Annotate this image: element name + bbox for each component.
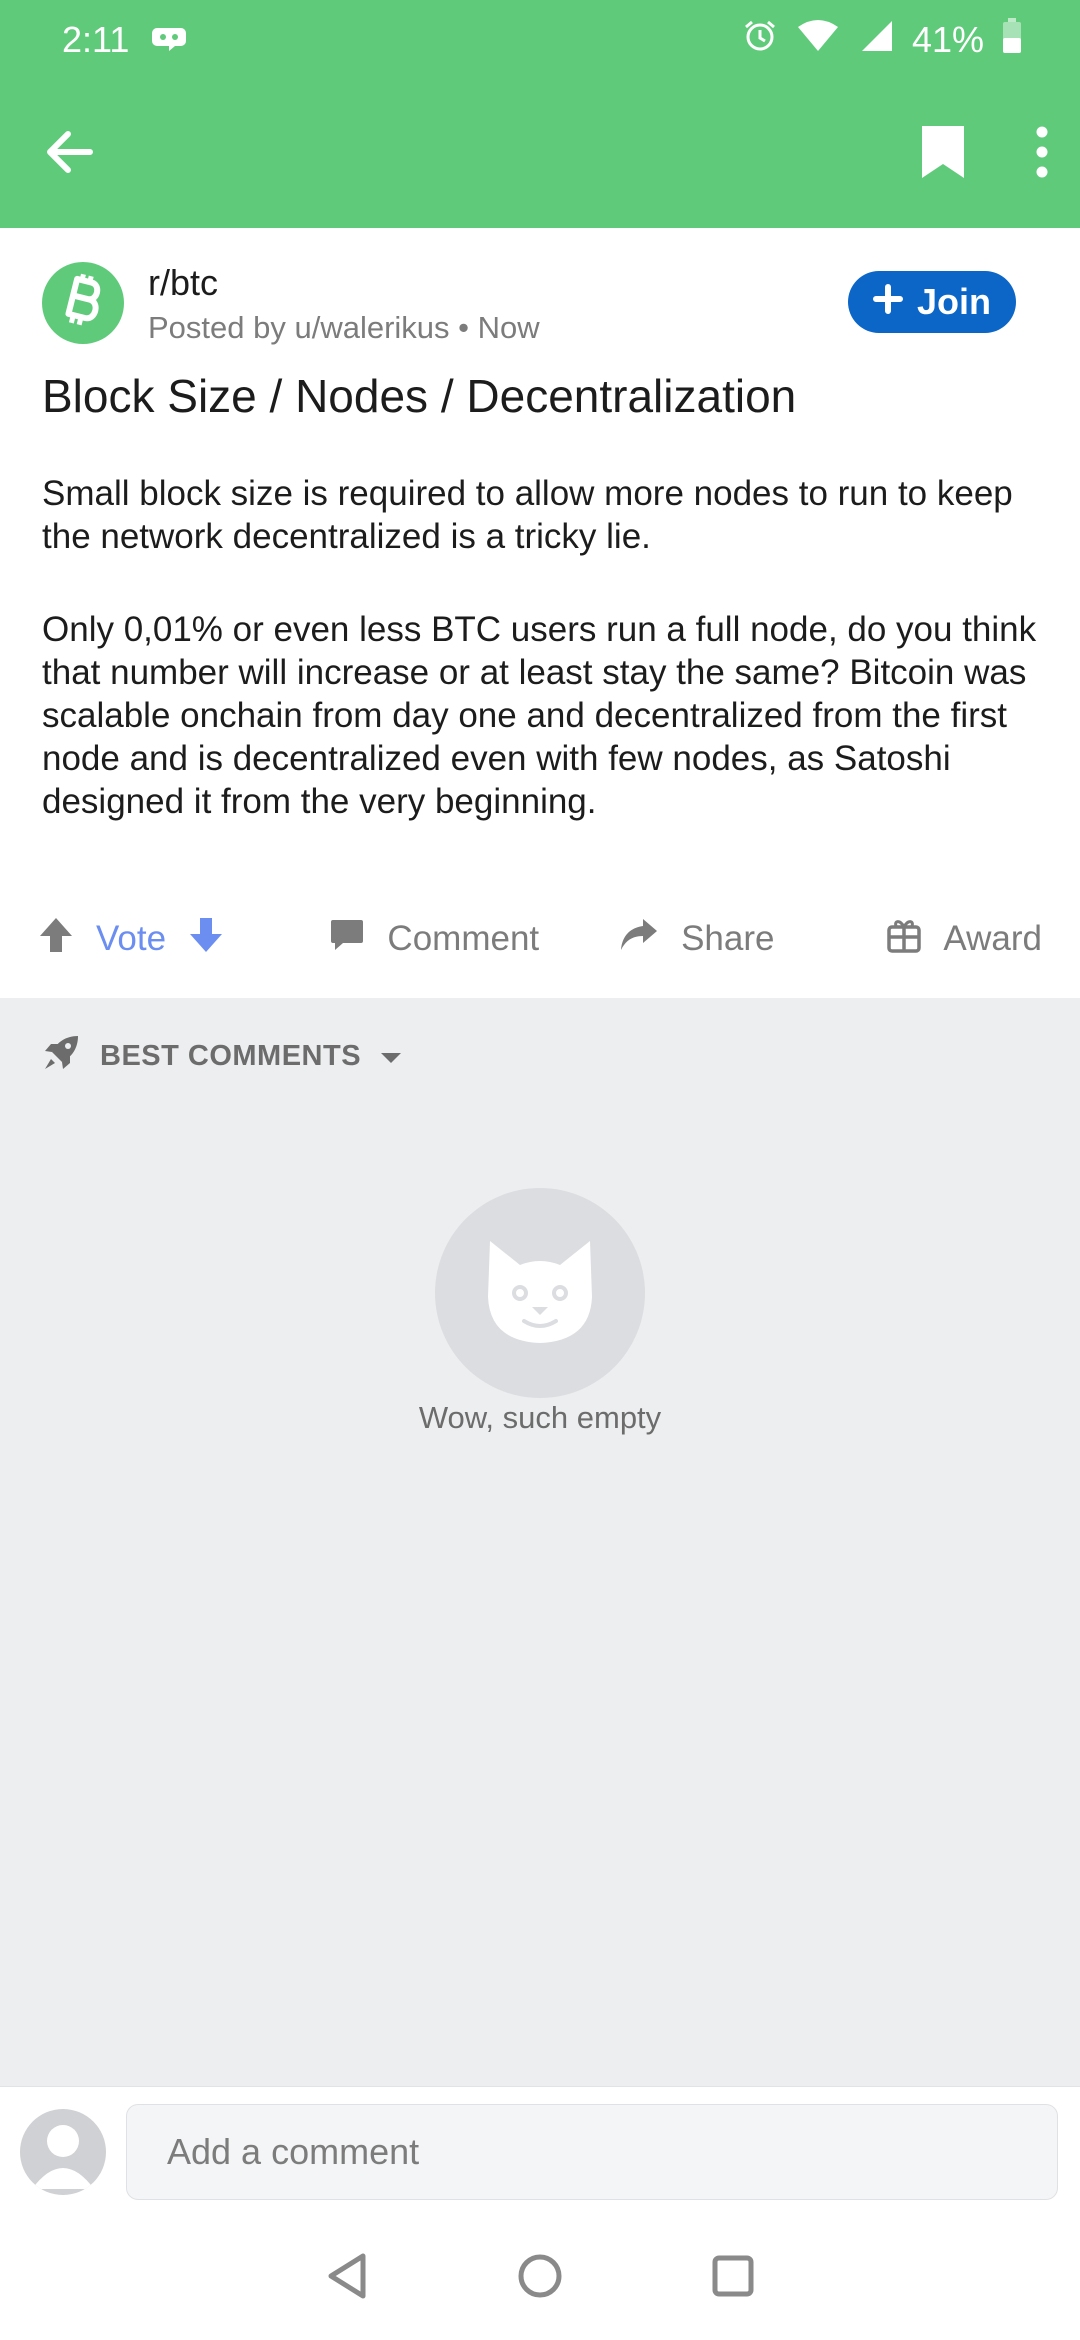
- comment-composer: [0, 2086, 1080, 2216]
- back-arrow-icon[interactable]: [44, 130, 94, 179]
- award-label: Award: [943, 919, 1042, 958]
- post-paragraph: Only 0,01% or even less BTC users run a …: [42, 610, 1037, 821]
- post-title: Block Size / Nodes / Decentralization: [42, 370, 797, 422]
- empty-state-text: Wow, such empty: [418, 1400, 662, 1435]
- battery-percent: 41%: [911, 19, 984, 60]
- wifi-icon: [796, 19, 840, 62]
- subreddit-name[interactable]: r/btc: [148, 262, 218, 304]
- nav-recents-icon[interactable]: [711, 2254, 755, 2303]
- join-label: Join: [916, 281, 991, 322]
- cat-face-icon: [480, 1235, 600, 1352]
- post-author-meta[interactable]: Posted by u/walerikus • Now: [148, 310, 540, 346]
- subreddit-avatar[interactable]: [42, 262, 124, 344]
- status-time: 2:11: [62, 19, 130, 60]
- rocket-icon: [42, 1032, 82, 1080]
- app-bar: [0, 80, 1080, 228]
- bookmark-icon[interactable]: [920, 124, 966, 185]
- screen: 2:11 41% r/btc Posted by u/walerikus • N…: [0, 0, 1080, 2340]
- upvote-arrow-icon[interactable]: [38, 916, 74, 963]
- comments-section: BEST COMMENTS Wow, such empty: [0, 998, 1080, 2086]
- post-body: Small block size is required to allow mo…: [42, 472, 1042, 873]
- comment-label: Comment: [387, 919, 540, 958]
- gamepad-notification-icon: [151, 19, 187, 61]
- add-comment-input[interactable]: [126, 2104, 1058, 2200]
- system-navigation-bar: [0, 2216, 1080, 2340]
- alarm-icon: [742, 18, 778, 63]
- nav-back-icon[interactable]: [325, 2252, 369, 2305]
- sort-label: BEST COMMENTS: [100, 1039, 362, 1072]
- bitcoin-icon: [55, 271, 111, 336]
- caret-down-icon: [379, 1040, 403, 1073]
- comment-button[interactable]: Comment: [329, 917, 565, 962]
- post-paragraph: Small block size is required to allow mo…: [42, 474, 1013, 556]
- award-button[interactable]: Award: [887, 917, 1042, 962]
- plus-icon: [872, 281, 903, 323]
- share-button[interactable]: Share: [619, 917, 815, 962]
- more-options-icon[interactable]: [1034, 126, 1050, 183]
- post-action-bar: Vote Comment Share Award: [0, 880, 1080, 998]
- comment-sort-selector[interactable]: BEST COMMENTS: [42, 1032, 403, 1080]
- share-arrow-icon: [619, 917, 659, 962]
- cellular-signal-icon: [858, 19, 894, 62]
- comment-bubble-icon: [329, 917, 365, 962]
- gift-icon: [887, 917, 922, 962]
- vote-label: Vote: [96, 919, 167, 958]
- user-avatar[interactable]: [20, 2109, 106, 2195]
- downvote-arrow-icon[interactable]: [188, 916, 224, 963]
- vote-group: Vote: [38, 916, 285, 963]
- status-bar: 2:11 41%: [0, 0, 1080, 80]
- share-label: Share: [681, 919, 775, 958]
- join-button[interactable]: Join: [848, 271, 1016, 333]
- empty-state-illustration: [435, 1188, 645, 1398]
- battery-icon: [1002, 17, 1022, 63]
- nav-home-icon[interactable]: [517, 2253, 563, 2304]
